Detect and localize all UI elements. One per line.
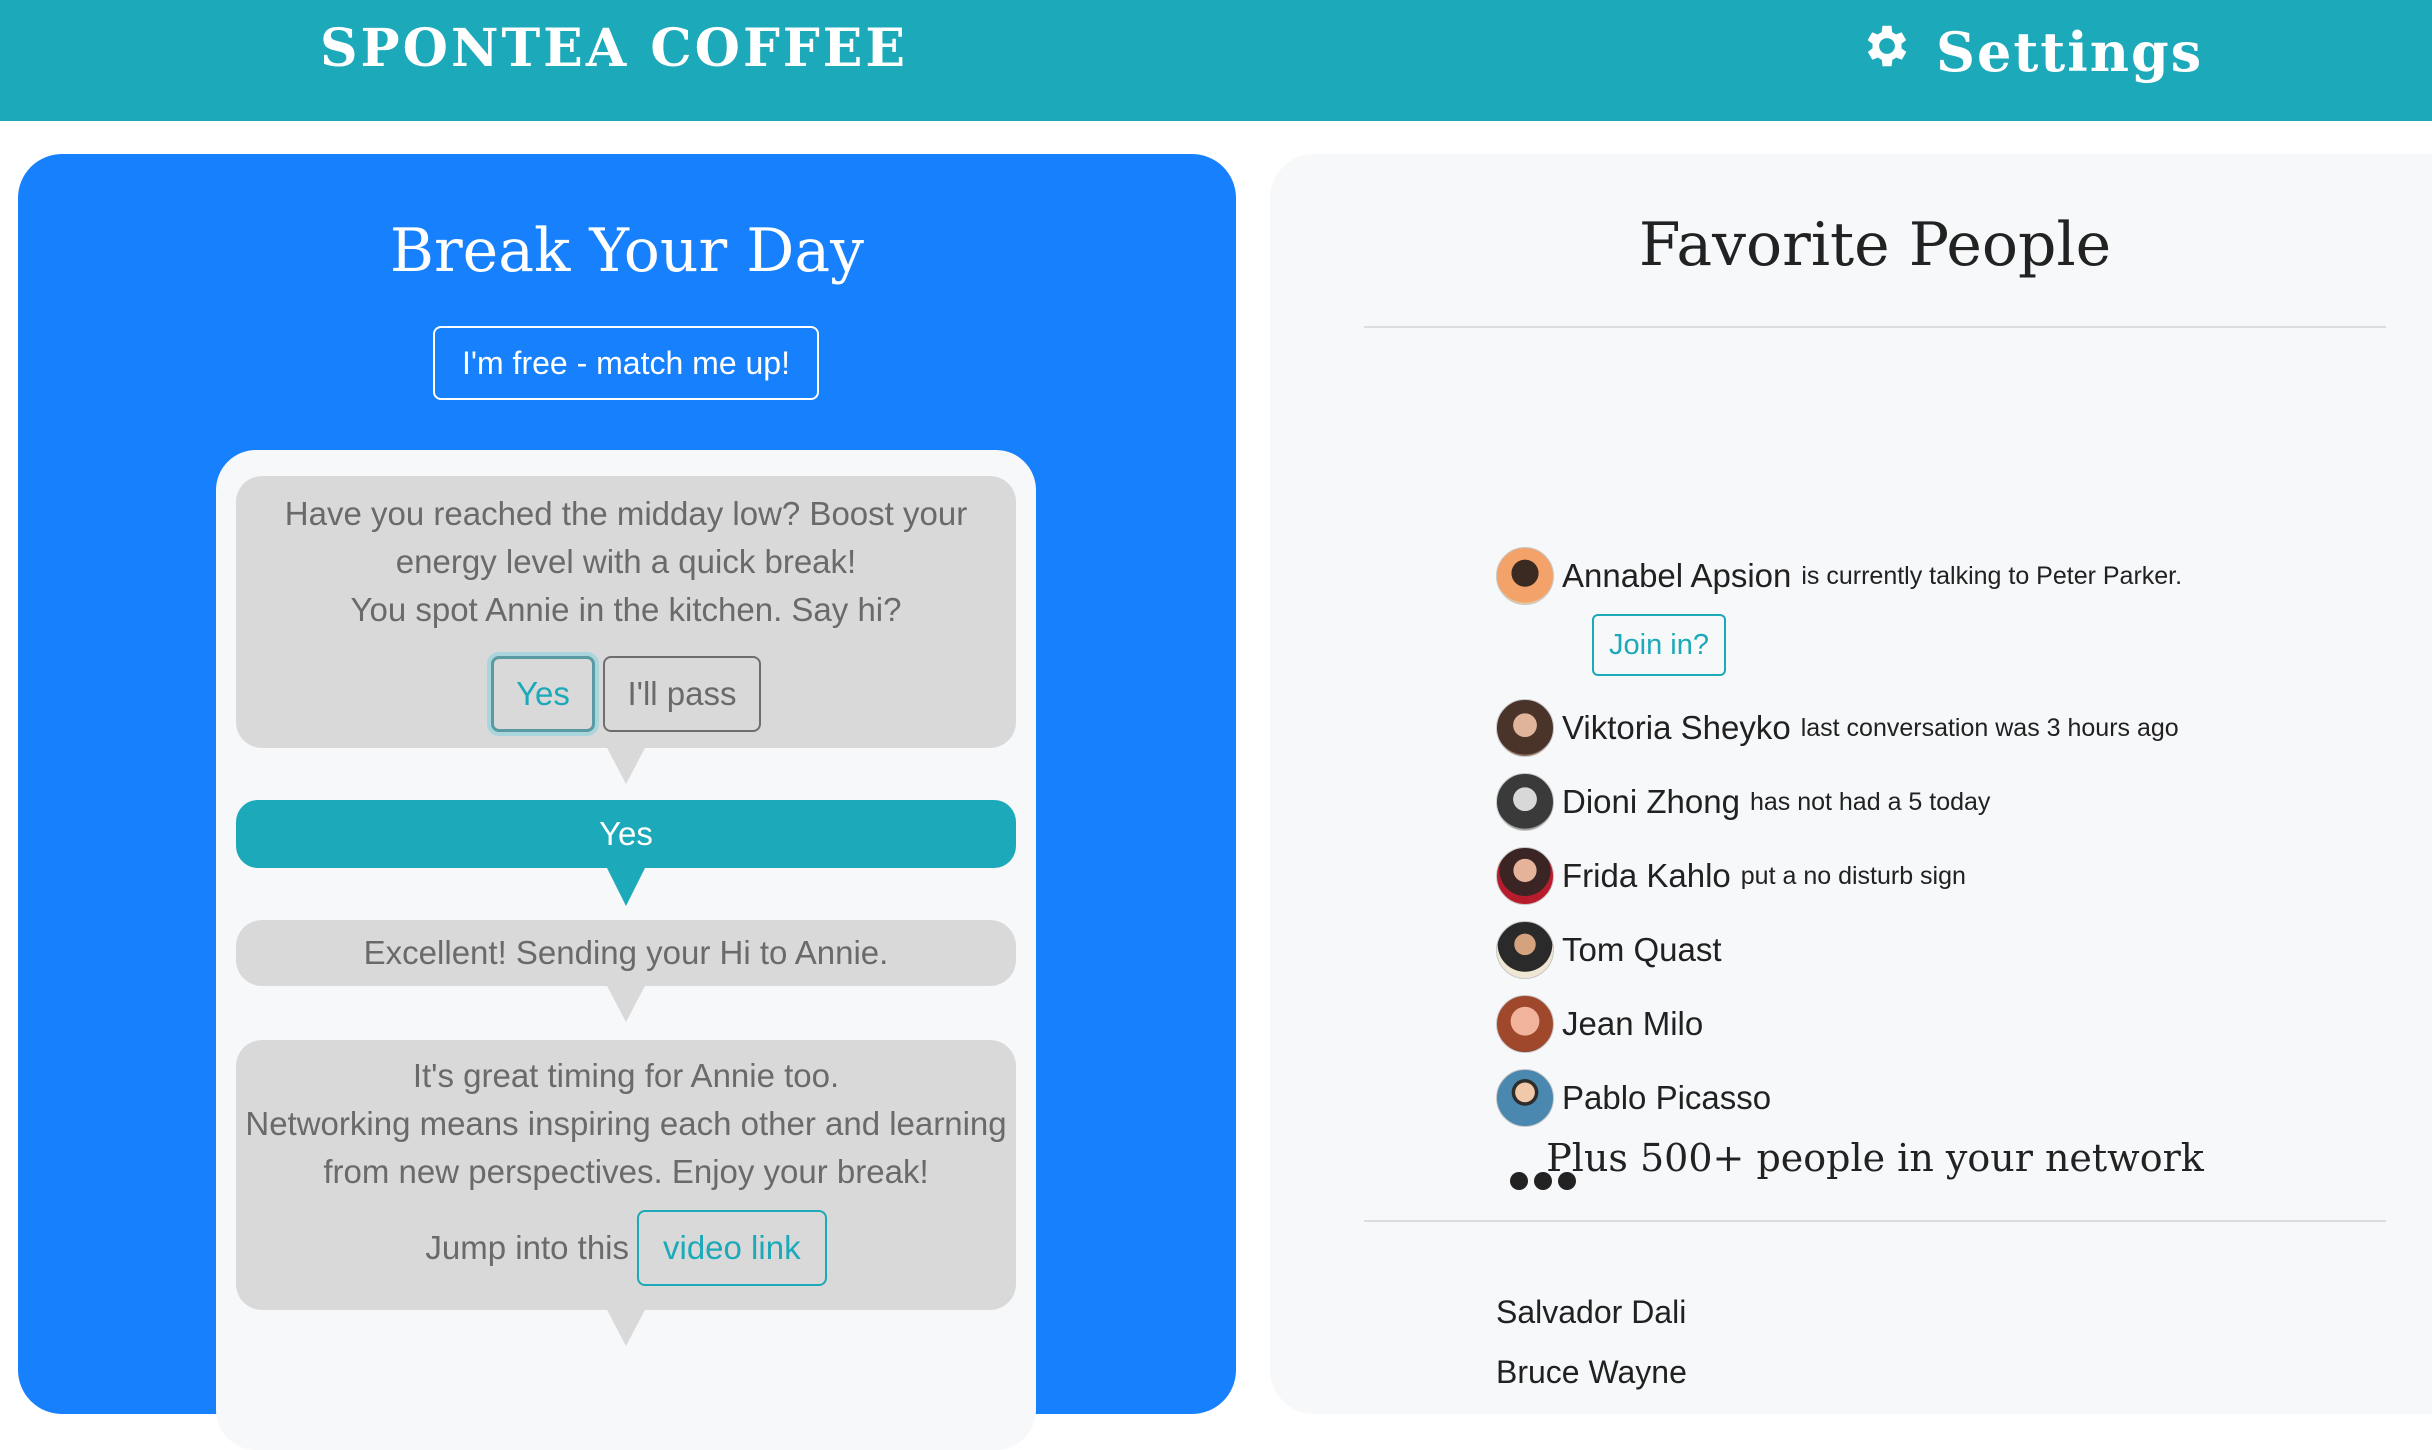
final-bubble: It's great timing for Annie too. Network… [236,1040,1016,1346]
avatar [1496,699,1554,757]
person-name: Pablo Picasso [1562,1079,1772,1116]
confirm-text: Excellent! Sending your Hi to Annie. [363,934,889,971]
favorite-people-panel: Favorite People Annabel Apsion is curren… [1270,154,2432,1414]
list-item[interactable]: Dioni Zhong has not had a 5 today [1496,772,1990,832]
confirm-bubble: Excellent! Sending your Hi to Annie. [236,920,1016,1022]
prompt-line: You spot Annie in the kitchen. Say hi? [350,591,902,628]
person-status: last conversation was 3 hours ago [1800,713,2179,742]
chat-card: Have you reached the midday low? Boost y… [216,450,1036,1450]
bubble-tail [606,984,646,1022]
avatar [1496,847,1554,905]
avatar [1496,547,1554,605]
list-item[interactable]: Viktoria Sheyko last conversation was 3 … [1496,698,2179,758]
jump-text: Jump into this [425,1229,629,1266]
person-name: Annabel Apsion [1562,557,1792,594]
final-line: Networking means inspiring each other an… [245,1105,1007,1142]
match-me-button[interactable]: I'm free - match me up! [433,326,819,400]
person-name: Jean Milo [1562,1005,1704,1042]
jump-row: Jump into this video link [236,1210,1016,1286]
bubble-tail [606,746,646,784]
person-name: Viktoria Sheyko [1562,709,1791,746]
list-item[interactable]: Jean Milo [1496,994,1703,1054]
avatar [1496,995,1554,1053]
person-status: is currently talking to Peter Parker. [1801,561,2183,590]
prompt-line: energy level with a quick break! [395,543,857,580]
brand-logo[interactable]: SPONTEA COFFEE [320,18,908,79]
avatar [1496,921,1554,979]
yes-button[interactable]: Yes [491,656,595,732]
bubble-tail [606,1308,646,1346]
prompt-line: Have you reached the midday low? Boost y… [284,495,968,532]
network-heading: Plus 500+ people in your network [1546,1136,2204,1180]
divider [1364,1220,2386,1222]
network-person[interactable]: Bruce Wayne [1496,1354,1687,1391]
person-name: Dioni Zhong [1562,783,1740,820]
network-person[interactable]: Salvador Dali [1496,1294,1686,1331]
user-reply-bubble: Yes [236,800,1016,906]
settings-button[interactable]: Settings [1860,16,2203,88]
list-item[interactable]: Annabel Apsion is currently talking to P… [1496,546,2182,606]
divider [1364,326,2386,328]
settings-label: Settings [1936,20,2204,84]
join-in-button[interactable]: Join in? [1592,614,1726,676]
list-item[interactable]: Frida Kahlo put a no disturb sign [1496,846,1966,906]
person-status: has not had a 5 today [1749,787,1991,816]
gear-icon [1860,19,1914,86]
bubble-tail [606,866,646,906]
list-item[interactable]: Tom Quast [1496,920,1722,980]
panel-title: Break Your Day [389,216,865,286]
panel-title: Favorite People [1638,210,2112,280]
list-item[interactable]: Pablo Picasso [1496,1068,1771,1128]
top-bar: SPONTEA COFFEE Settings [0,0,2432,121]
pass-button[interactable]: I'll pass [603,656,761,732]
reply-text: Yes [599,815,653,852]
answer-buttons: Yes I'll pass [236,656,1016,732]
avatar [1496,773,1554,831]
break-your-day-panel: Break Your Day I'm free - match me up! H… [18,154,1236,1450]
video-link-button[interactable]: video link [637,1210,827,1286]
person-name: Tom Quast [1562,931,1722,968]
person-status: put a no disturb sign [1740,861,1966,890]
person-name: Frida Kahlo [1562,857,1731,894]
final-line: from new perspectives. Enjoy your break! [323,1153,929,1190]
final-line: It's great timing for Annie too. [412,1057,840,1094]
prompt-bubble: Have you reached the midday low? Boost y… [236,476,1016,784]
avatar [1496,1069,1554,1127]
